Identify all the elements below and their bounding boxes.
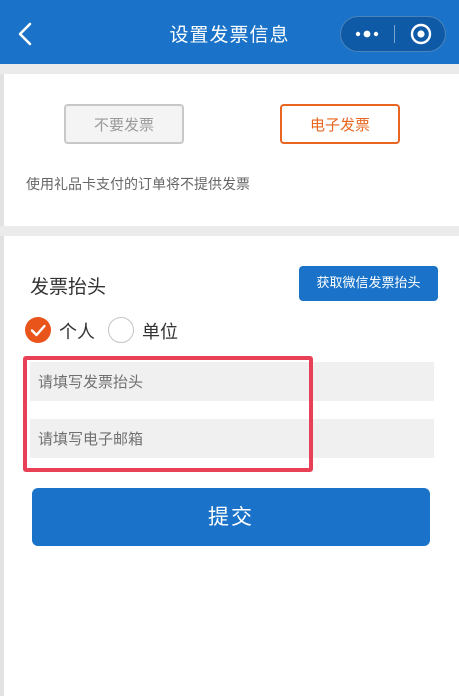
section-divider bbox=[0, 64, 459, 74]
checked-radio-icon bbox=[25, 317, 51, 343]
invoice-title-input[interactable] bbox=[30, 362, 434, 401]
section-divider bbox=[0, 226, 459, 236]
more-button[interactable] bbox=[341, 17, 393, 51]
radio-label: 单位 bbox=[142, 322, 178, 343]
invoice-header-title: 发票抬头 bbox=[30, 276, 107, 298]
no-invoice-button[interactable]: 不要发票 bbox=[64, 104, 184, 144]
unchecked-radio-icon bbox=[108, 317, 134, 343]
get-wechat-invoice-header-button[interactable]: 获取微信发票抬头 bbox=[299, 266, 438, 301]
left-frame-edge bbox=[0, 64, 4, 696]
navigation-bar: 设置发票信息 bbox=[0, 0, 459, 64]
radio-label: 个人 bbox=[59, 322, 95, 343]
close-program-button[interactable] bbox=[395, 17, 445, 51]
mini-program-capsule bbox=[340, 16, 446, 52]
radio-personal[interactable]: 个人 bbox=[25, 316, 105, 344]
submit-button[interactable]: 提交 bbox=[32, 488, 430, 546]
target-circle-icon bbox=[410, 23, 432, 45]
e-invoice-button[interactable]: 电子发票 bbox=[280, 104, 400, 144]
gift-card-note: 使用礼品卡支付的订单将不提供发票 bbox=[26, 177, 250, 193]
radio-company[interactable]: 单位 bbox=[108, 316, 188, 344]
more-dots-icon bbox=[355, 30, 379, 38]
email-input[interactable] bbox=[30, 419, 434, 458]
